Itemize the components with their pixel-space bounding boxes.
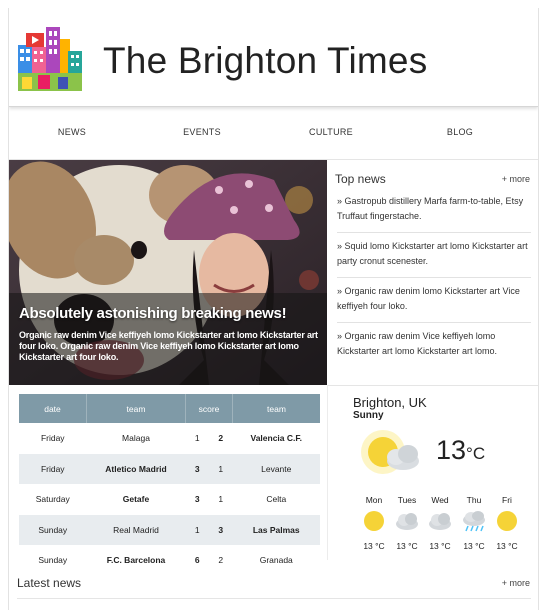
col-team-header[interactable]: team <box>232 394 320 423</box>
rain-icon <box>463 511 485 532</box>
nav-news[interactable]: NEWS <box>58 127 86 137</box>
home-score: 1 <box>194 433 200 444</box>
top-news-more-link[interactable]: + more <box>502 174 530 184</box>
sun-cloud-icon <box>361 430 419 474</box>
away-score: 1 <box>218 494 224 505</box>
home-team: Atletico Madrid <box>86 453 186 484</box>
forecast-day-label: Tues <box>397 495 417 505</box>
latest-news-header: Latest news + more <box>9 568 538 608</box>
temp-unit: °C <box>466 444 486 463</box>
away-team: Valencia C.F. <box>250 433 303 444</box>
latest-news-title: Latest news <box>17 576 82 590</box>
cloud-icon <box>396 513 418 530</box>
home-score: 1 <box>185 514 209 545</box>
top-news-list: » Gastropub distillery Marfa farm-to-tab… <box>337 191 531 370</box>
hero-title[interactable]: Absolutely astonishing breaking news! <box>19 305 287 322</box>
away-score: 1 <box>208 453 233 484</box>
col-score-header[interactable]: score <box>185 394 233 423</box>
forecast-day-label: Thu <box>466 495 482 505</box>
home-team: Real Madrid <box>86 514 186 545</box>
home-score: 3 <box>185 453 209 484</box>
divider <box>17 598 531 599</box>
site-title[interactable]: The Brighton Times <box>103 42 427 79</box>
sun-icon <box>497 511 517 531</box>
forecast-temp: 13 °C <box>363 541 385 551</box>
top-news-item[interactable]: » Organic raw denim lomo Kickstarter art… <box>337 281 531 323</box>
col-date-header[interactable]: date <box>19 394 87 423</box>
home-team: Getafe <box>122 494 150 505</box>
main-nav: NEWS EVENTS CULTURE BLOG <box>9 108 538 160</box>
city-logo-icon[interactable] <box>18 25 82 91</box>
weather-condition: Sunny <box>353 410 384 421</box>
nav-culture[interactable]: CULTURE <box>309 127 353 137</box>
home-team: Malaga <box>122 433 150 444</box>
top-news-title: Top news <box>335 172 386 186</box>
top-news-item[interactable]: » Squid lomo Kickstarter art lomo Kickst… <box>337 236 531 278</box>
forecast-day: Thu 13 °C <box>459 495 489 551</box>
forecast-day: Tues 13 °C <box>392 495 422 551</box>
forecast-temp: 13 °C <box>496 541 518 551</box>
nav-blog[interactable]: BLOG <box>447 127 473 137</box>
match-date: Sunday <box>19 514 87 545</box>
hero-text: Organic raw denim Vice keffiyeh lomo Kic… <box>19 330 318 362</box>
forecast-day-label: Wed <box>431 495 449 505</box>
forecast-temp: 13 °C <box>463 541 485 551</box>
match-date: Friday <box>40 433 65 444</box>
match-date: Friday <box>19 453 87 484</box>
weather-temperature: 13°C <box>436 435 485 466</box>
table-row: Friday Atletico Madrid 3 1 Levante <box>19 453 320 484</box>
match-date: Saturday <box>35 494 70 505</box>
forecast-day: Mon 13 °C <box>359 495 389 551</box>
forecast-temp: 13 °C <box>429 541 451 551</box>
forecast-day: Fri 13 °C <box>492 495 522 551</box>
cloud-icon <box>429 513 451 530</box>
latest-news-more-link[interactable]: + more <box>502 578 530 588</box>
away-score: 2 <box>218 433 224 444</box>
hero-story[interactable]: Absolutely astonishing breaking news! Or… <box>9 160 327 385</box>
weather-city: Brighton, UK <box>353 395 427 410</box>
table-row: Friday Malaga 1 2 Valencia C.F. <box>19 423 320 454</box>
top-news-item[interactable]: » Organic raw denim Vice keffiyeh lomo K… <box>337 326 531 367</box>
scores-table: date team score team Friday Malaga 1 2 V… <box>19 394 320 576</box>
page: The Brighton Times NEWS EVENTS CULTURE B… <box>8 8 539 610</box>
away-team: Levante <box>232 453 320 484</box>
forecast-temp: 13 °C <box>396 541 418 551</box>
site-header: The Brighton Times <box>9 8 538 107</box>
forecast-day-label: Fri <box>502 495 512 505</box>
away-team: Las Palmas <box>232 514 320 545</box>
temp-value: 13 <box>436 435 467 465</box>
home-score: 3 <box>194 494 200 505</box>
table-row: Sunday Real Madrid 1 3 Las Palmas <box>19 514 320 545</box>
table-row: Saturday Getafe 3 1 Celta <box>19 484 320 515</box>
top-news-panel: Top news + more » Gastropub distillery M… <box>327 160 538 386</box>
scores-header-row: date team score team <box>19 394 320 423</box>
top-news-item[interactable]: » Gastropub distillery Marfa farm-to-tab… <box>337 191 531 233</box>
sun-icon <box>364 511 384 531</box>
col-team-header[interactable]: team <box>86 394 186 423</box>
away-team: Celta <box>266 494 287 505</box>
forecast-day: Wed 13 °C <box>425 495 455 551</box>
away-score: 3 <box>208 514 233 545</box>
weather-widget: Brighton, UK Sunny 13°C Mon 13 °C Tues 1… <box>327 385 538 560</box>
forecast-day-label: Mon <box>365 495 383 505</box>
nav-events[interactable]: EVENTS <box>183 127 221 137</box>
